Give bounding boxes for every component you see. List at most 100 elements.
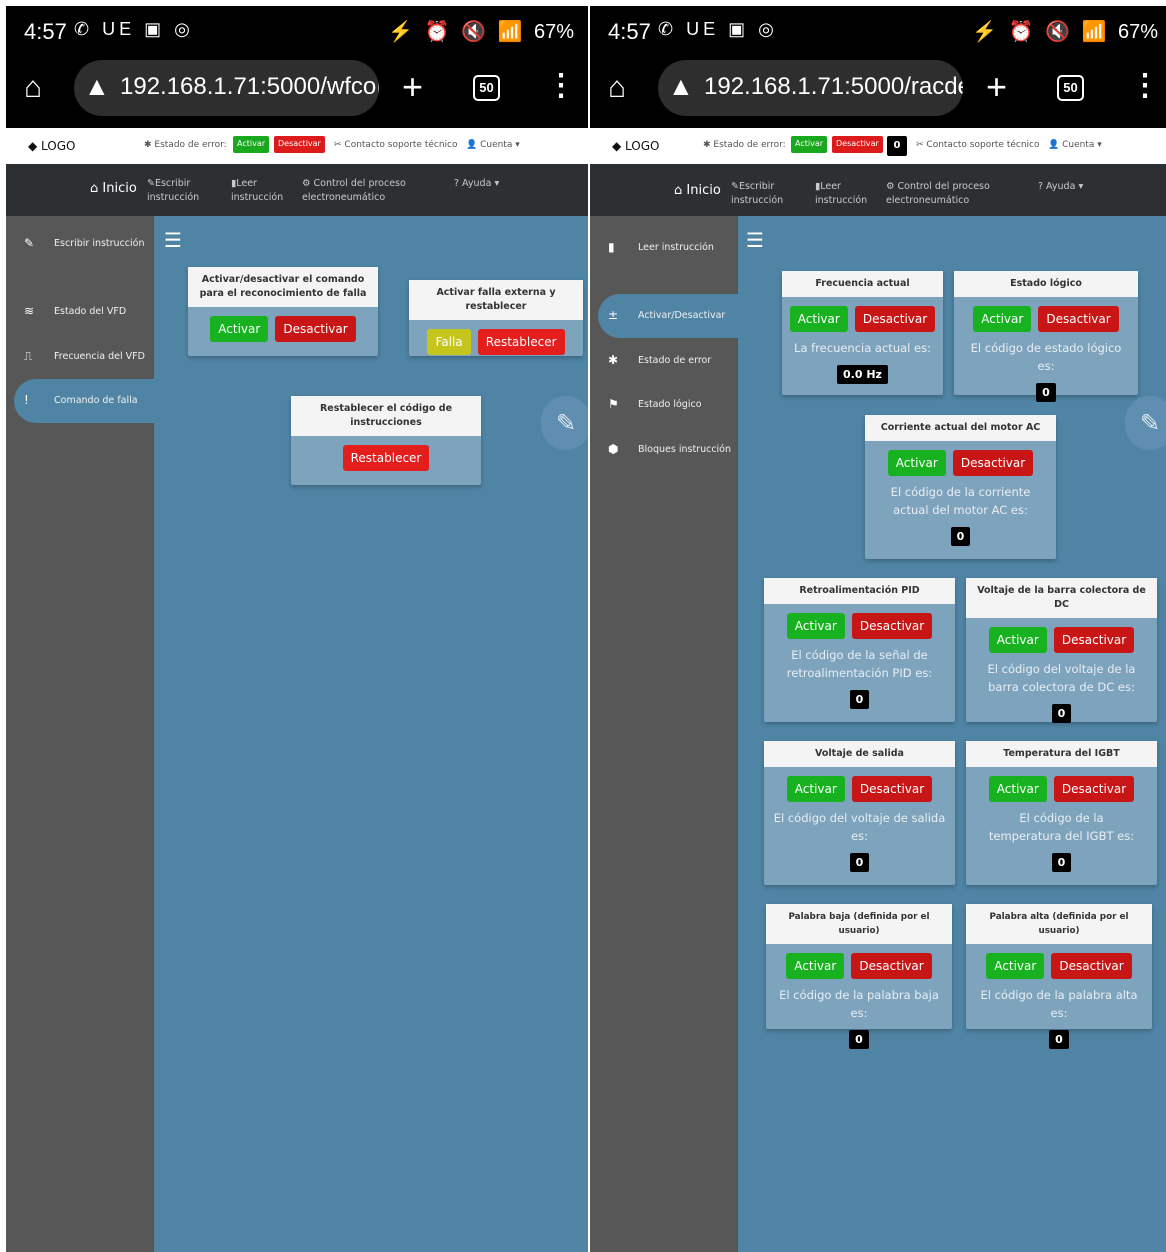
sidebar-item-write-instruction[interactable]: ✎ Escribir instrucción — [6, 222, 154, 266]
output-voltage-card: Voltaje de salida Activar Desactivar El … — [764, 741, 955, 885]
nav-help[interactable]: ? Ayuda ▾ — [454, 177, 499, 191]
activate-button[interactable]: Activar — [887, 450, 946, 476]
activate-button[interactable]: Activar — [988, 627, 1047, 653]
logo[interactable]: ◆ LOGO — [28, 139, 76, 153]
main-navbar: ⌂ Inicio ✎Escribir instrucción ▮Leer instr… — [590, 164, 1166, 216]
card-title: Voltaje de salida — [764, 741, 955, 767]
activate-button[interactable]: Activar — [789, 306, 848, 332]
top-bar: ◆ LOGO ✱ Estado de error: Activar Desact… — [590, 128, 1166, 164]
nav-home[interactable]: ⌂ Inicio — [674, 184, 721, 198]
activate-button[interactable]: Activar — [986, 953, 1045, 979]
menu-toggle-icon[interactable]: ☰ — [164, 228, 182, 252]
warning-icon[interactable]: ▲ — [84, 71, 110, 102]
nav-write-instruction[interactable]: ✎Escribir instrucción — [731, 180, 783, 208]
activate-button[interactable]: Activar — [988, 776, 1047, 802]
more-menu-icon[interactable]: ⋮ — [546, 68, 576, 103]
support-contact-link[interactable]: ✂ Contacto soporte técnico — [916, 140, 1040, 150]
warning-icon[interactable]: ▲ — [668, 71, 694, 102]
mute-icon: 🔇 — [461, 21, 486, 43]
sidebar-item-label: Estado lógico — [638, 399, 702, 410]
logic-status-card: Estado lógico Activar Desactivar El códi… — [954, 271, 1138, 402]
home-icon[interactable]: ⌂ — [24, 71, 42, 105]
top-bar: ◆ LOGO ✱ Estado de error: Activar Desact… — [6, 128, 588, 164]
nav-process-control[interactable]: ⚙ Control del proceso electroneumático — [886, 180, 990, 208]
deactivate-button[interactable]: Desactivar — [854, 306, 936, 332]
card-description: El código de la palabra alta es: — [980, 988, 1138, 1020]
sidebar-item-label: Estado de error — [638, 355, 712, 366]
error-deactivate-button[interactable]: Desactivar — [832, 136, 883, 153]
account-menu[interactable]: 👤 Cuenta ▾ — [1048, 140, 1102, 150]
deactivate-button[interactable]: Desactivar — [1053, 776, 1135, 802]
nav-home[interactable]: ⌂ Inicio — [90, 182, 137, 196]
logo[interactable]: ◆ LOGO — [612, 139, 660, 153]
value-display: 0 — [849, 1030, 869, 1049]
url-text: 192.168.1.71:5000/racde — [704, 73, 963, 100]
sidebar-item-read-instruction[interactable]: ▮ Leer instrucción — [590, 226, 738, 270]
nfc-icon: ⚡ — [972, 21, 997, 43]
logo-text: LOGO — [625, 139, 660, 153]
deactivate-button[interactable]: Desactivar — [275, 316, 356, 342]
nav-read-instruction[interactable]: ▮Leer instrucción — [815, 180, 867, 208]
activate-button[interactable]: Activar — [786, 613, 845, 639]
deactivate-button[interactable]: Desactivar — [952, 450, 1034, 476]
error-counter-badge: 0 — [887, 136, 907, 156]
url-field[interactable]: ▲ 192.168.1.71:5000/wfcoı — [74, 60, 379, 116]
account-menu[interactable]: 👤 Cuenta ▾ — [466, 140, 520, 150]
error-deactivate-button[interactable]: Desactivar — [274, 136, 325, 153]
edit-fab-button[interactable]: ✎ — [541, 396, 588, 450]
support-contact-link[interactable]: ✂ Contacto soporte técnico — [334, 140, 458, 150]
reset-button[interactable]: Restablecer — [342, 445, 430, 471]
new-tab-icon[interactable]: + — [402, 66, 423, 108]
activate-button[interactable]: Activar — [210, 316, 269, 342]
card-buttons: Activar Desactivar — [865, 441, 1056, 481]
logo-text: LOGO — [41, 139, 76, 153]
card-buttons: Falla Restablecer — [409, 320, 583, 360]
menu-toggle-icon[interactable]: ☰ — [746, 228, 764, 252]
card-buttons: Activar Desactivar — [766, 944, 952, 984]
nav-read-instruction[interactable]: ▮Leer instrucción — [231, 177, 283, 205]
sidebar-item-vfd-status[interactable]: ≋ Estado del VFD — [6, 290, 154, 334]
deactivate-button[interactable]: Desactivar — [1038, 306, 1119, 332]
nav-write-instruction[interactable]: ✎Escribir instrucción — [147, 177, 199, 205]
home-icon[interactable]: ⌂ — [608, 71, 626, 105]
sidebar-item-error-status[interactable]: ✱ Estado de error — [590, 339, 738, 383]
reset-button[interactable]: Restablecer — [477, 329, 565, 355]
error-activate-button[interactable]: Activar — [233, 136, 270, 153]
sidebar-item-fault-command[interactable]: ! Comando de falla — [14, 379, 162, 423]
activate-button[interactable]: Activar — [973, 306, 1032, 332]
error-status-label: ✱ Estado de error: — [703, 140, 786, 150]
clock: 4:57 — [24, 19, 67, 44]
deactivate-button[interactable]: Desactivar — [851, 613, 933, 639]
card-title: Retroalimentación PID — [764, 578, 955, 604]
main-content: ▮ Leer instrucción ± Activar/Desactivar … — [590, 216, 1166, 1252]
value-display: 0.0 Hz — [837, 365, 888, 384]
card-title: Frecuencia actual — [782, 271, 943, 297]
sidebar-item-logic-status[interactable]: ⚑ Estado lógico — [590, 383, 738, 427]
tab-count-button[interactable]: 50 — [473, 75, 500, 101]
dc-bus-voltage-card: Voltaje de la barra colectora de DC Acti… — [966, 578, 1157, 723]
tab-count-button[interactable]: 50 — [1057, 75, 1084, 101]
signal-icon: 📶 — [1081, 21, 1107, 43]
sidebar-item-activate-deactivate[interactable]: ± Activar/Desactivar — [598, 294, 746, 338]
edit-fab-button[interactable]: ✎ — [1125, 396, 1166, 450]
more-menu-icon[interactable]: ⋮ — [1130, 68, 1160, 103]
card-buttons: Activar Desactivar — [954, 297, 1138, 337]
nav-home-label: Inicio — [686, 183, 721, 198]
pid-feedback-card: Retroalimentación PID Activar Desactivar… — [764, 578, 955, 722]
nav-process-control[interactable]: ⚙ Control del proceso electroneumático — [302, 177, 406, 205]
deactivate-button[interactable]: Desactivar — [1053, 627, 1135, 653]
activate-button[interactable]: Activar — [786, 776, 845, 802]
activate-button[interactable]: Activar — [786, 953, 845, 979]
error-activate-button[interactable]: Activar — [791, 136, 828, 153]
fault-button[interactable]: Falla — [427, 329, 471, 355]
url-field[interactable]: ▲ 192.168.1.71:5000/racde — [658, 60, 963, 116]
status-bar: 4:57 ✆ UE ▣ ◎ ⚡ ⏰ 🔇 📶 67% — [590, 6, 1166, 54]
nav-help[interactable]: ? Ayuda ▾ — [1038, 180, 1083, 194]
new-tab-icon[interactable]: + — [986, 66, 1007, 108]
sidebar-item-vfd-frequency[interactable]: ⎍ Frecuencia del VFD — [6, 335, 154, 379]
sidebar-item-instruction-blocks[interactable]: ⬢ Bloques instrucción — [590, 428, 738, 472]
deactivate-button[interactable]: Desactivar — [851, 776, 933, 802]
deactivate-button[interactable]: Desactivar — [851, 953, 932, 979]
deactivate-button[interactable]: Desactivar — [1051, 953, 1132, 979]
low-word-card: Palabra baja (definida por el usuario) A… — [766, 904, 952, 1049]
